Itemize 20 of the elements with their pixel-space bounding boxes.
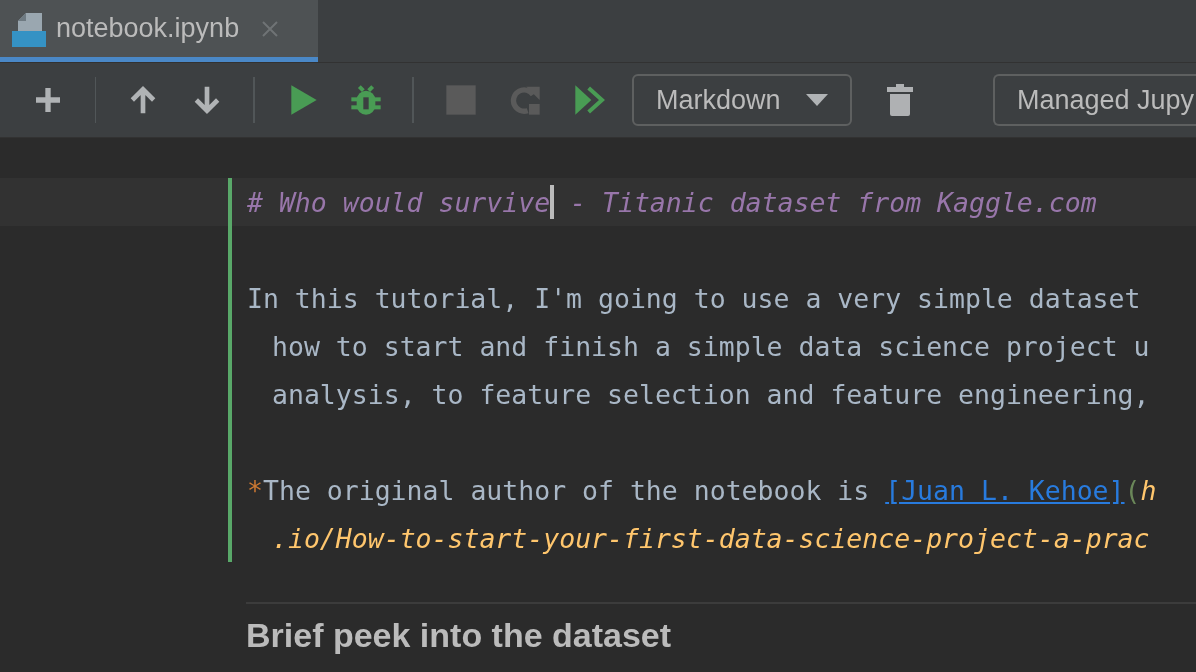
kernel-dropdown[interactable]: Managed Jupy: [992, 74, 1196, 126]
cell-type-dropdown[interactable]: Markdown: [631, 74, 853, 126]
paragraph-text: The original author of the notebook is: [262, 474, 871, 506]
url-text: h: [1140, 474, 1157, 506]
editor-tab[interactable]: notebook.ipynb: [0, 0, 318, 62]
bug-icon[interactable]: [348, 82, 384, 118]
asterisk: *: [247, 474, 263, 506]
header-text: # Who would survive: [247, 186, 551, 218]
close-icon[interactable]: [261, 19, 280, 38]
url-text: .io/How-to-start-your-first-data-science-project-a-prac: [272, 522, 1150, 554]
header-text: - Titanic dataset from Kaggle.com: [569, 186, 1097, 218]
section-heading: Brief peek into the dataset: [246, 616, 673, 655]
text-cursor: [550, 185, 555, 219]
paragraph-text: how to start and finish a simple data science project u: [272, 330, 1150, 362]
caret-icon: [806, 94, 829, 106]
link-text[interactable]: [Juan L. Kehoe]: [885, 474, 1125, 506]
notebook-file-icon: [12, 10, 46, 47]
paragraph-text: In this tutorial, I'm going to use a very simple dataset: [247, 282, 1141, 314]
paragraph-text: analysis, to feature selection and feature engineering,: [272, 378, 1150, 410]
paren: (: [1124, 474, 1141, 506]
